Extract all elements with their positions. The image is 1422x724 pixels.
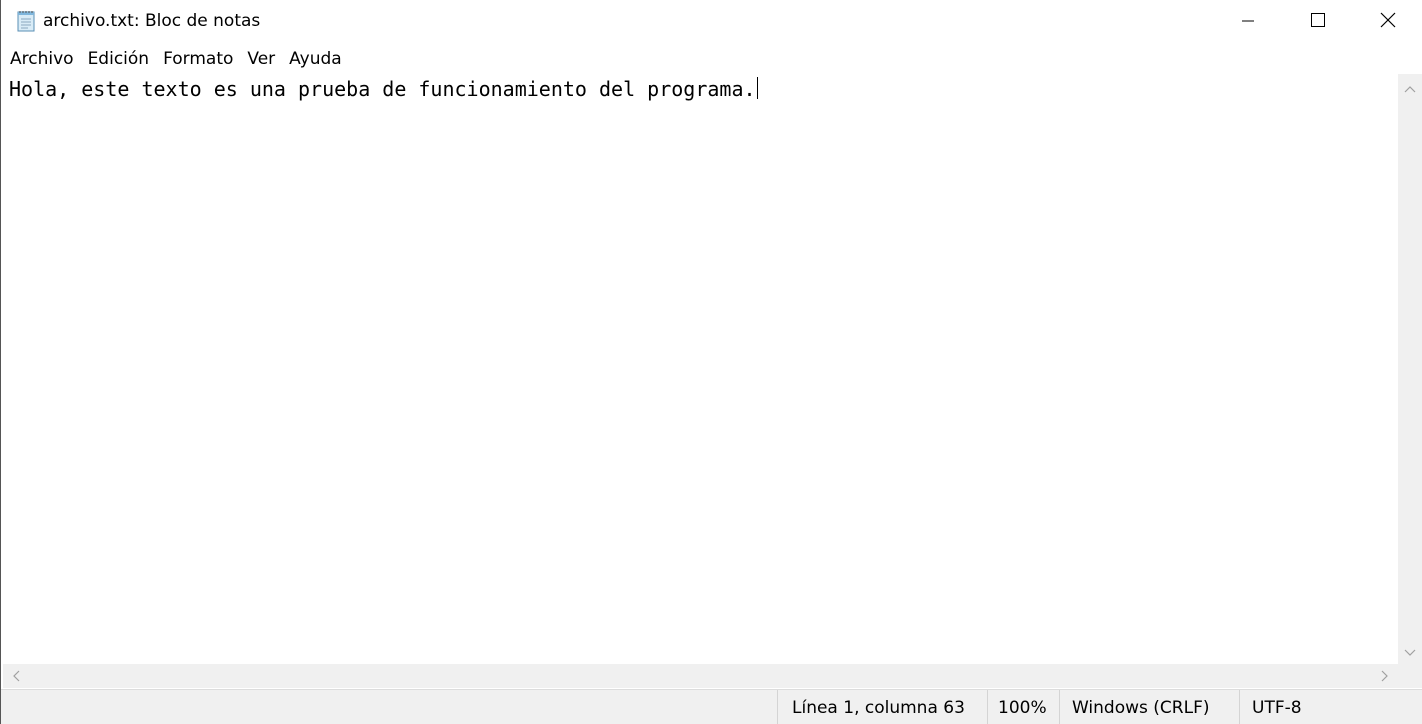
text-caret <box>756 77 758 99</box>
status-line-ending: Windows (CRLF) <box>1059 690 1239 724</box>
close-icon <box>1380 12 1396 32</box>
menu-archivo[interactable]: Archivo <box>10 49 74 69</box>
menu-formato[interactable]: Formato <box>163 49 233 69</box>
status-cursor-position: Línea 1, columna 63 <box>777 690 987 724</box>
menu-edicion[interactable]: Edición <box>88 49 150 69</box>
notepad-window: archivo.txt: Bloc de notas Archivo Edici… <box>0 0 1422 724</box>
window-title: archivo.txt: Bloc de notas <box>43 11 261 31</box>
chevron-right-icon <box>1381 667 1389 686</box>
editor-text-line: Hola, este texto es una prueba de funcio… <box>9 77 756 101</box>
status-zoom: 100% <box>987 690 1059 724</box>
scrollbar-corner <box>1398 664 1422 688</box>
maximize-icon <box>1310 12 1326 32</box>
status-bar: Línea 1, columna 63 100% Windows (CRLF) … <box>1 689 1422 724</box>
horizontal-scrollbar[interactable] <box>3 664 1398 688</box>
scroll-down-button[interactable] <box>1398 638 1422 664</box>
chevron-up-icon <box>1404 78 1416 97</box>
text-editor[interactable]: Hola, este texto es una prueba de funcio… <box>3 74 1398 664</box>
notepad-icon <box>15 10 37 32</box>
chevron-down-icon <box>1404 642 1416 661</box>
maximize-button[interactable] <box>1283 0 1353 44</box>
menu-ver[interactable]: Ver <box>247 49 275 69</box>
close-button[interactable] <box>1353 0 1422 44</box>
minimize-icon <box>1241 13 1255 32</box>
scroll-left-button[interactable] <box>3 664 29 688</box>
status-encoding: UTF-8 <box>1239 690 1422 724</box>
minimize-button[interactable] <box>1213 0 1283 44</box>
scroll-right-button[interactable] <box>1372 664 1398 688</box>
menu-ayuda[interactable]: Ayuda <box>289 49 342 69</box>
vertical-scrollbar[interactable] <box>1398 74 1422 664</box>
chevron-left-icon <box>12 667 20 686</box>
title-bar[interactable]: archivo.txt: Bloc de notas <box>1 0 1422 44</box>
scroll-up-button[interactable] <box>1398 74 1422 100</box>
editor-content[interactable]: Hola, este texto es una prueba de funcio… <box>9 76 758 102</box>
menu-bar: Archivo Edición Formato Ver Ayuda <box>1 46 1422 72</box>
